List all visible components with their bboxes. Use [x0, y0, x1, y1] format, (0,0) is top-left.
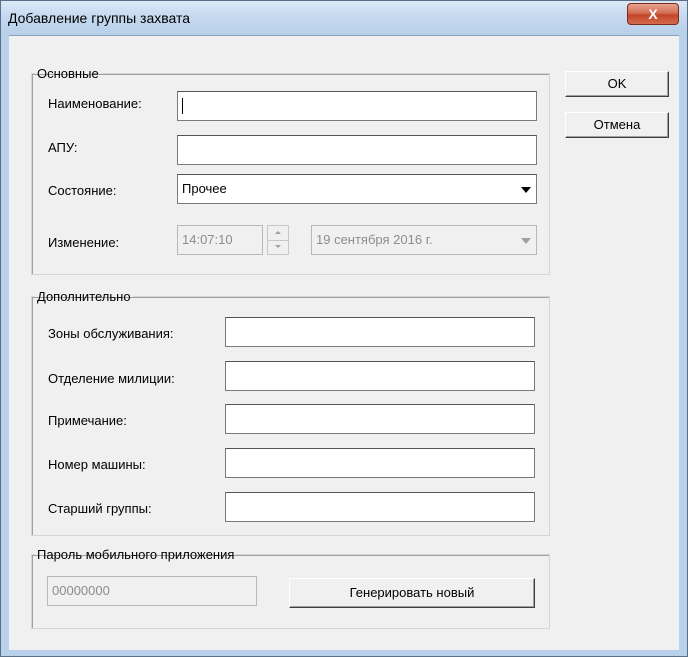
state-select[interactable]: Прочее: [177, 174, 537, 204]
time-spinner[interactable]: [267, 225, 289, 255]
spinner-down-icon[interactable]: [268, 240, 288, 254]
dialog-client-area: Основные Наименование: АПУ: Состояние: П…: [9, 35, 679, 650]
service-zones-label: Зоны обслуживания:: [48, 326, 174, 341]
cancel-button[interactable]: Отмена: [565, 112, 669, 138]
note-label: Примечание:: [48, 413, 127, 428]
state-select-value: Прочее: [182, 181, 227, 196]
vehicle-number-label: Номер машины:: [48, 457, 146, 472]
mobile-password-field: 00000000: [47, 576, 257, 606]
group-leader-input[interactable]: [225, 492, 535, 522]
state-label: Состояние:: [48, 183, 117, 198]
police-department-input[interactable]: [225, 361, 535, 391]
dialog-window: Добавление группы захвата X Основные Наи…: [0, 0, 688, 657]
service-zones-input[interactable]: [225, 317, 535, 347]
group-leader-label: Старший группы:: [48, 501, 152, 516]
change-time-input[interactable]: 14:07:10: [177, 225, 263, 255]
extra-group-legend: Дополнительно: [37, 289, 131, 304]
ok-button[interactable]: OK: [565, 71, 669, 97]
close-button[interactable]: X: [627, 3, 679, 25]
chevron-down-icon[interactable]: [517, 227, 535, 253]
main-group-legend: Основные: [37, 66, 99, 81]
change-date-picker[interactable]: 19 сентября 2016 г.: [311, 225, 537, 255]
apu-label: АПУ:: [48, 140, 78, 155]
generate-password-button[interactable]: Генерировать новый: [289, 578, 535, 608]
note-input[interactable]: [225, 404, 535, 434]
vehicle-number-input[interactable]: [225, 448, 535, 478]
title-bar[interactable]: Добавление группы захвата X: [1, 1, 687, 35]
password-group-legend: Пароль мобильного приложения: [37, 547, 235, 562]
text-cursor: [182, 98, 183, 114]
apu-input[interactable]: [177, 135, 537, 165]
change-label: Изменение:: [48, 235, 120, 250]
chevron-down-icon[interactable]: [517, 176, 535, 202]
window-title: Добавление группы захвата: [8, 10, 191, 26]
name-label: Наименование:: [48, 96, 142, 111]
name-input[interactable]: [177, 91, 537, 121]
police-department-label: Отделение милиции:: [48, 371, 175, 386]
close-icon: X: [648, 6, 658, 22]
spinner-up-icon[interactable]: [268, 226, 288, 241]
